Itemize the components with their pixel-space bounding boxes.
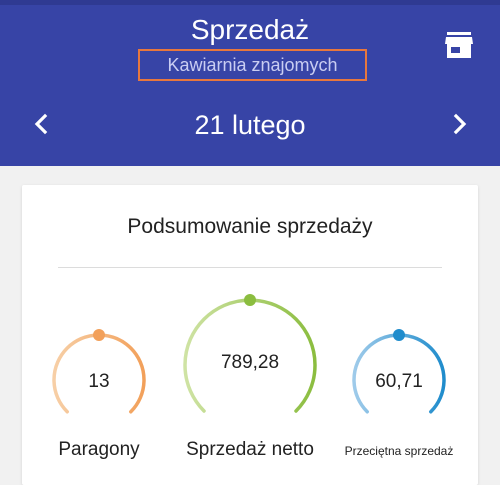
net-sales-gauge[interactable]: 789,28 — [183, 294, 317, 430]
store-name[interactable]: Kawiarnia znajomych — [138, 49, 367, 81]
date-label: 21 lutego — [194, 110, 306, 140]
average-sale-value: 60,71 — [375, 371, 423, 392]
gauge-marker — [244, 294, 256, 306]
store-icon[interactable] — [445, 32, 473, 58]
net-sales-value: 789,28 — [220, 352, 280, 373]
gauge-marker — [393, 329, 405, 341]
average-sale-gauge[interactable]: 60,71 — [352, 329, 446, 425]
page-title: Sprzedaż — [190, 14, 310, 45]
sales-summary-card: Podsumowanie sprzedaży 13 Paragony 789,2… — [22, 185, 478, 485]
net-sales-label: Sprzedaż netto — [186, 439, 314, 460]
receipts-value: 13 — [88, 371, 110, 392]
average-sale-label: Przeciętna sprzedaż — [344, 444, 454, 458]
chevron-right-icon[interactable] — [450, 112, 470, 136]
status-strip — [0, 0, 500, 5]
divider — [58, 267, 442, 268]
app-header: Sprzedaż Kawiarnia znajomych 21 lutego — [0, 0, 500, 166]
receipts-label: Paragony — [58, 439, 140, 460]
receipts-gauge[interactable]: 13 — [52, 329, 146, 425]
summary-title: Podsumowanie sprzedaży — [127, 215, 373, 238]
gauge-marker — [93, 329, 105, 341]
